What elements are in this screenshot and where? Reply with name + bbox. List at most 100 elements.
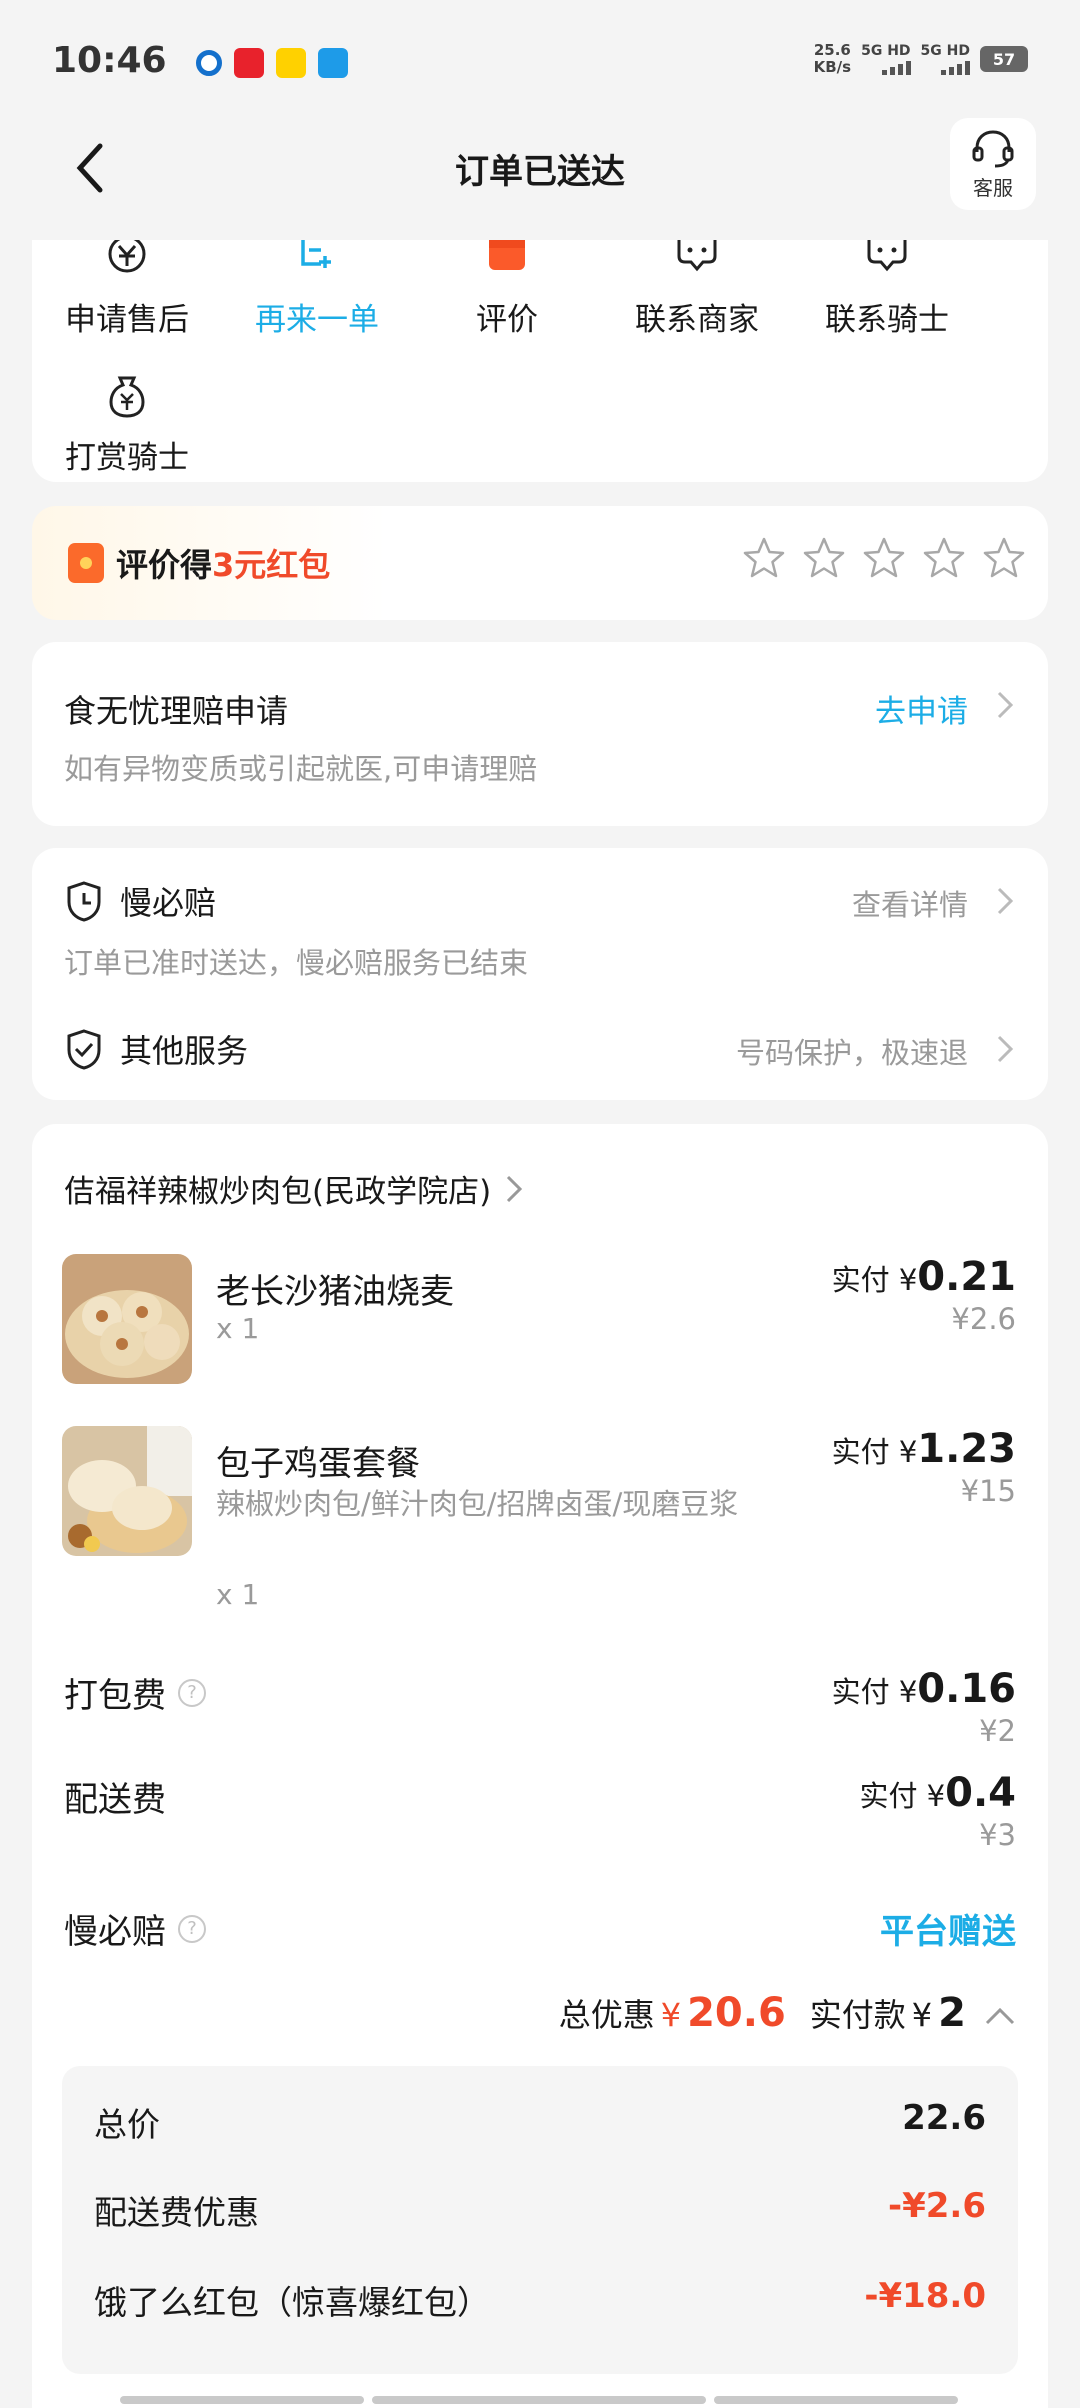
chevron-right-icon[interactable] bbox=[996, 886, 1014, 916]
slow-compensation-text: 慢必赔 bbox=[64, 1912, 166, 1952]
other-services-title: 其他服务 bbox=[64, 1026, 248, 1072]
item-options: 辣椒炒肉包/鲜汁肉包/招牌卤蛋/现磨豆浆 bbox=[216, 1487, 739, 1521]
status-bar: 10:46 25.6 KB/s 5G HD 5G HD 57 bbox=[0, 0, 1080, 120]
star-icon[interactable] bbox=[922, 536, 966, 580]
red-packet-label: 饿了么红包（惊喜爆红包） bbox=[94, 2283, 490, 2322]
item-image[interactable] bbox=[62, 1426, 192, 1556]
status-right: 25.6 KB/s 5G HD 5G HD 57 bbox=[814, 42, 1028, 76]
rating-highlight: 3元红包 bbox=[212, 546, 331, 584]
network-speed-value: 25.6 bbox=[813, 41, 851, 59]
claim-subtitle: 如有异物变质或引起就医,可申请理赔 bbox=[64, 752, 538, 786]
other-services-text: 其他服务 bbox=[120, 1032, 249, 1070]
signal-bars-icon bbox=[881, 59, 911, 75]
chevron-right-icon[interactable] bbox=[996, 690, 1014, 720]
actual-paid-value: 2 bbox=[938, 1990, 966, 2036]
shield-check-icon bbox=[67, 1029, 101, 1070]
star-icon[interactable] bbox=[982, 536, 1026, 580]
action-label: 打赏骑士 bbox=[65, 440, 189, 476]
paid-prefix: 实付 ¥ bbox=[859, 1779, 946, 1813]
claim-card[interactable]: 食无忧理赔申请 去申请 如有异物变质或引起就医,可申请理赔 bbox=[32, 642, 1048, 826]
packing-fee-label: 打包费 ? bbox=[64, 1668, 206, 1717]
chevron-right-icon[interactable] bbox=[996, 1034, 1014, 1064]
chevron-right-icon bbox=[507, 1175, 523, 1202]
action-label: 联系商家 bbox=[635, 302, 759, 338]
status-time: 10:46 bbox=[52, 40, 167, 81]
help-icon[interactable]: ? bbox=[178, 1914, 206, 1943]
paid-prefix: 实付 ¥ bbox=[831, 1263, 918, 1297]
other-services-link[interactable]: 号码保护，极速退 bbox=[736, 1030, 968, 1072]
order-actions-card: 申请售后 再来一单 评价 联系商家 联系骑士 打赏骑士 bbox=[32, 220, 1048, 482]
view-details-link[interactable]: 查看详情 bbox=[852, 882, 968, 924]
item-image[interactable] bbox=[62, 1254, 192, 1384]
money-bag-icon bbox=[32, 366, 222, 418]
review-button[interactable]: 评价 bbox=[412, 228, 602, 339]
tip-rider-button[interactable]: 打赏骑士 bbox=[32, 366, 222, 477]
rating-prefix: 评价得 bbox=[116, 546, 213, 584]
sim1-label: 5G HD bbox=[861, 43, 911, 59]
customer-service-button[interactable]: 客服 bbox=[950, 118, 1036, 210]
siumai-photo bbox=[62, 1254, 192, 1384]
delivery-fee-label: 配送费 bbox=[64, 1772, 166, 1821]
total-price-value: 22.6 bbox=[902, 2098, 986, 2138]
platform-gift-tag: 平台赠送 bbox=[880, 1912, 1016, 1952]
item-name: 老长沙猪油烧麦 bbox=[216, 1272, 454, 1312]
delivery-discount-label: 配送费优惠 bbox=[94, 2193, 259, 2232]
rating-reward-text: 评价得3元红包 bbox=[68, 540, 330, 586]
action-label: 再来一单 bbox=[255, 302, 379, 338]
paid-amount: 0.21 bbox=[917, 1254, 1016, 1300]
item-name: 包子鸡蛋套餐 bbox=[216, 1444, 420, 1484]
paid-amount: 0.4 bbox=[945, 1770, 1016, 1816]
slow-compensation-label: 慢必赔 ? bbox=[64, 1904, 206, 1953]
store-name: 佶福祥辣椒炒肉包(民政学院店) bbox=[64, 1174, 492, 1210]
battery-level: 57 bbox=[992, 49, 1016, 69]
apply-claim-link[interactable]: 去申请 bbox=[875, 686, 968, 731]
slow-compensation-title: 慢必赔 bbox=[64, 878, 216, 924]
chevron-up-icon[interactable] bbox=[984, 2006, 1016, 2026]
slow-compensation-status: 订单已准时送达，慢必赔服务已结束 bbox=[64, 946, 529, 980]
claim-title: 食无忧理赔申请 bbox=[64, 692, 289, 730]
customer-service-label: 客服 bbox=[973, 175, 1013, 200]
status-app-icons bbox=[196, 48, 348, 78]
star-icon[interactable] bbox=[862, 536, 906, 580]
network-speed: 25.6 KB/s bbox=[814, 42, 851, 76]
battery-icon: 57 bbox=[980, 46, 1028, 72]
app-notification-icon bbox=[196, 50, 222, 76]
signal-bars-icon bbox=[941, 59, 970, 75]
app-notification-icon bbox=[234, 48, 264, 78]
item-original-price: ¥15 bbox=[960, 1474, 1016, 1508]
delivery-fee-paid: 实付 ¥0.4 bbox=[859, 1770, 1016, 1816]
totals-summary[interactable]: 总优惠 ¥ 20.6 实付款 ¥ 2 bbox=[559, 1990, 1016, 2036]
star-icon[interactable] bbox=[802, 536, 846, 580]
network-speed-unit: KB/s bbox=[813, 58, 852, 76]
item-original-price: ¥2.6 bbox=[951, 1302, 1016, 1336]
discount-value: 20.6 bbox=[687, 1990, 786, 2036]
star-icon[interactable] bbox=[742, 536, 786, 580]
discount-label: 总优惠 bbox=[558, 1996, 655, 2034]
signal-sim2: 5G HD bbox=[921, 43, 970, 75]
clock-shield-icon bbox=[67, 881, 101, 922]
actual-currency: ¥ bbox=[911, 1996, 933, 2034]
top-nav-bar: 订单已送达 客服 bbox=[0, 110, 1080, 240]
action-label: 申请售后 bbox=[65, 302, 189, 338]
total-price-label: 总价 bbox=[94, 2105, 160, 2144]
service-card: 慢必赔 查看详情 订单已准时送达，慢必赔服务已结束 其他服务 号码保护，极速退 bbox=[32, 848, 1048, 1100]
contact-merchant-button[interactable]: 联系商家 bbox=[602, 228, 792, 339]
app-notification-icon bbox=[318, 48, 348, 78]
rating-card: 评价得3元红包 bbox=[32, 506, 1048, 620]
app-notification-icon bbox=[276, 48, 306, 78]
sim2-label: 5G HD bbox=[920, 43, 970, 59]
help-icon[interactable]: ? bbox=[178, 1678, 206, 1707]
actual-paid-label: 实付款 bbox=[809, 1996, 906, 2034]
item-paid-price: 实付 ¥0.21 bbox=[832, 1254, 1016, 1300]
store-link[interactable]: 佶福祥辣椒炒肉包(民政学院店) bbox=[64, 1166, 523, 1211]
price-breakdown: 总价 22.6 配送费优惠 -¥2.6 饿了么红包（惊喜爆红包） -¥18.0 bbox=[62, 2066, 1018, 2374]
after-sales-button[interactable]: 申请售后 bbox=[32, 228, 222, 339]
order-detail-card: 佶福祥辣椒炒肉包(民政学院店) 老长沙猪油烧麦 x 1 实付 ¥0.21 ¥2.… bbox=[32, 1124, 1048, 2408]
contact-rider-button[interactable]: 联系骑士 bbox=[792, 222, 982, 339]
paid-prefix: 实付 ¥ bbox=[831, 1675, 918, 1709]
star-rating[interactable] bbox=[742, 536, 1026, 580]
paid-amount: 1.23 bbox=[917, 1426, 1016, 1472]
item-paid-price: 实付 ¥1.23 bbox=[832, 1426, 1016, 1472]
item-quantity: x 1 bbox=[216, 1578, 260, 1611]
reorder-button[interactable]: 再来一单 bbox=[222, 228, 412, 339]
